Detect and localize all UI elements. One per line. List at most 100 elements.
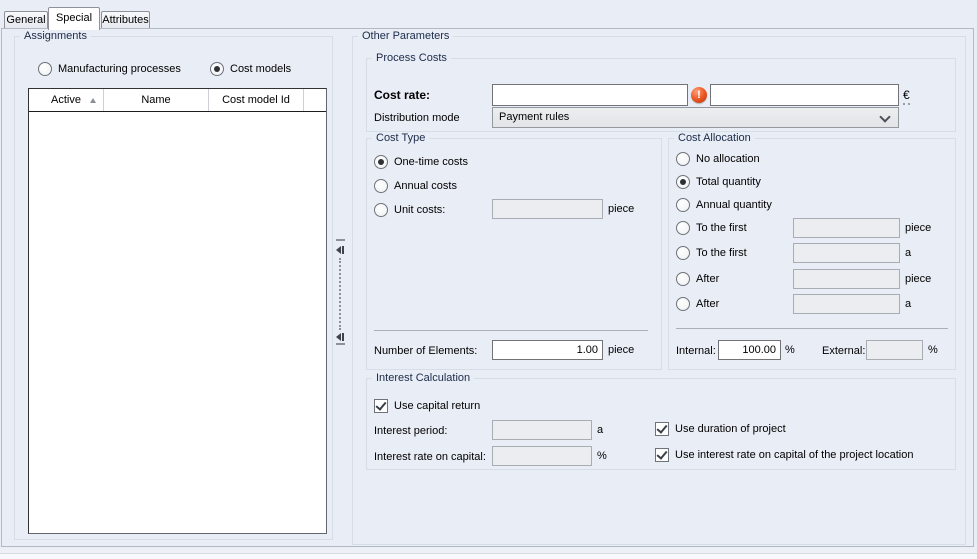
radio-icon xyxy=(210,62,224,76)
checkbox-label: Use capital return xyxy=(394,400,480,412)
radio-label: Annual costs xyxy=(394,180,457,192)
sort-ascending-icon xyxy=(90,98,96,103)
unit-costs-input xyxy=(492,199,603,219)
tab-special[interactable]: Special xyxy=(48,7,100,30)
window-bottom-highlight xyxy=(0,553,977,559)
radio-manufacturing-processes[interactable]: Manufacturing processes xyxy=(38,61,181,76)
interest-rate-input xyxy=(492,446,592,466)
after-years-input xyxy=(793,294,900,314)
currency-euro-label: € xyxy=(903,88,910,102)
after-piece-unit: piece xyxy=(905,273,931,286)
checkbox-label: Use interest rate on capital of the proj… xyxy=(675,449,913,461)
column-title: Active xyxy=(51,94,81,106)
to-the-first-years-input xyxy=(793,243,900,263)
checkbox-use-interest-rate-location[interactable]: Use interest rate on capital of the proj… xyxy=(655,447,913,462)
number-of-elements-unit-label: piece xyxy=(608,344,634,357)
splitter-handle[interactable] xyxy=(336,343,345,345)
splitter-collapse-bar xyxy=(342,246,344,254)
distribution-mode-select[interactable]: Payment rules xyxy=(492,107,899,128)
internal-input[interactable] xyxy=(718,340,781,360)
radio-label: To the first xyxy=(696,247,747,259)
to-the-first-years-unit: a xyxy=(905,247,911,260)
radio-icon xyxy=(374,155,388,169)
checkbox-use-capital-return[interactable]: Use capital return xyxy=(374,398,480,413)
radio-label: After xyxy=(696,273,719,285)
special-settings-panel: General Special Attributes Assignments M… xyxy=(0,0,977,559)
radio-one-time-costs[interactable]: One-time costs xyxy=(374,154,468,169)
checkbox-icon xyxy=(655,422,669,436)
distribution-mode-label: Distribution mode xyxy=(374,112,460,125)
radio-icon xyxy=(676,198,690,212)
unit-costs-unit-label: piece xyxy=(608,203,634,216)
cost-type-separator xyxy=(374,330,648,331)
table-header-active[interactable]: Active xyxy=(29,89,104,111)
radio-to-the-first-piece[interactable]: To the first xyxy=(676,220,747,235)
unit-link-dots xyxy=(903,103,905,105)
cost-allocation-group-title: Cost Allocation xyxy=(674,132,755,145)
radio-after-piece[interactable]: After xyxy=(676,271,719,286)
radio-after-years[interactable]: After xyxy=(676,296,719,311)
splitter-collapse-arrow-icon[interactable] xyxy=(336,246,341,254)
number-of-elements-input[interactable] xyxy=(492,340,603,360)
radio-label: Annual quantity xyxy=(696,199,772,211)
validation-error-icon: ! xyxy=(691,87,707,103)
radio-annual-quantity[interactable]: Annual quantity xyxy=(676,197,772,212)
radio-icon xyxy=(676,152,690,166)
tab-attributes[interactable]: Attributes xyxy=(101,11,150,28)
interest-calculation-group-title: Interest Calculation xyxy=(372,372,474,385)
unit-link-dots xyxy=(908,103,910,105)
table-header-name[interactable]: Name xyxy=(104,89,209,111)
interest-period-unit: a xyxy=(597,424,603,437)
radio-label: To the first xyxy=(696,222,747,234)
radio-label: Total quantity xyxy=(696,176,761,188)
column-title: Cost model Id xyxy=(222,94,290,106)
radio-icon xyxy=(676,246,690,260)
table-header-cost-model-id[interactable]: Cost model Id xyxy=(209,89,304,111)
to-the-first-piece-input xyxy=(793,218,900,238)
radio-unit-costs[interactable]: Unit costs: xyxy=(374,202,445,217)
checkbox-icon xyxy=(655,448,669,462)
table-body-empty[interactable] xyxy=(29,112,326,535)
radio-icon xyxy=(374,203,388,217)
radio-icon xyxy=(374,179,388,193)
other-parameters-group-title: Other Parameters xyxy=(358,30,453,43)
distribution-mode-value: Payment rules xyxy=(499,111,569,124)
radio-label: No allocation xyxy=(696,153,760,165)
chevron-down-icon xyxy=(879,111,890,122)
radio-icon xyxy=(676,221,690,235)
radio-no-allocation[interactable]: No allocation xyxy=(676,151,760,166)
radio-annual-costs[interactable]: Annual costs xyxy=(374,178,457,193)
interest-rate-unit: % xyxy=(597,450,607,463)
radio-icon xyxy=(676,175,690,189)
radio-label: One-time costs xyxy=(394,156,468,168)
cost-type-group xyxy=(366,138,662,370)
radio-total-quantity[interactable]: Total quantity xyxy=(676,174,761,189)
to-the-first-piece-unit: piece xyxy=(905,222,931,235)
checkbox-label: Use duration of project xyxy=(675,423,786,435)
after-years-unit: a xyxy=(905,298,911,311)
cost-rate-per-unit-input[interactable] xyxy=(710,84,899,106)
cost-allocation-separator xyxy=(676,328,948,329)
interest-rate-label: Interest rate on capital: xyxy=(374,451,486,464)
number-of-elements-label: Number of Elements: xyxy=(374,345,477,358)
radio-cost-models[interactable]: Cost models xyxy=(210,61,291,76)
splitter-collapse-bar xyxy=(342,333,344,341)
radio-label: Unit costs: xyxy=(394,204,445,216)
splitter-drag-dots[interactable] xyxy=(339,258,341,330)
tab-general[interactable]: General xyxy=(4,11,48,28)
radio-to-the-first-years[interactable]: To the first xyxy=(676,245,747,260)
radio-label: Manufacturing processes xyxy=(58,63,181,75)
splitter-handle[interactable] xyxy=(336,239,345,241)
radio-icon xyxy=(676,272,690,286)
table-header-row: Active Name Cost model Id xyxy=(29,89,326,112)
assignments-group-title: Assignments xyxy=(20,30,91,43)
radio-icon xyxy=(676,297,690,311)
internal-label: Internal: xyxy=(676,345,716,358)
cost-rate-input[interactable] xyxy=(492,84,688,106)
splitter-collapse-arrow-icon[interactable] xyxy=(336,333,341,341)
cost-type-group-title: Cost Type xyxy=(372,132,429,145)
checkbox-use-duration-of-project[interactable]: Use duration of project xyxy=(655,421,786,436)
internal-unit: % xyxy=(785,344,795,357)
cost-rate-label: Cost rate: xyxy=(374,89,430,102)
table-header-filler xyxy=(304,89,326,111)
